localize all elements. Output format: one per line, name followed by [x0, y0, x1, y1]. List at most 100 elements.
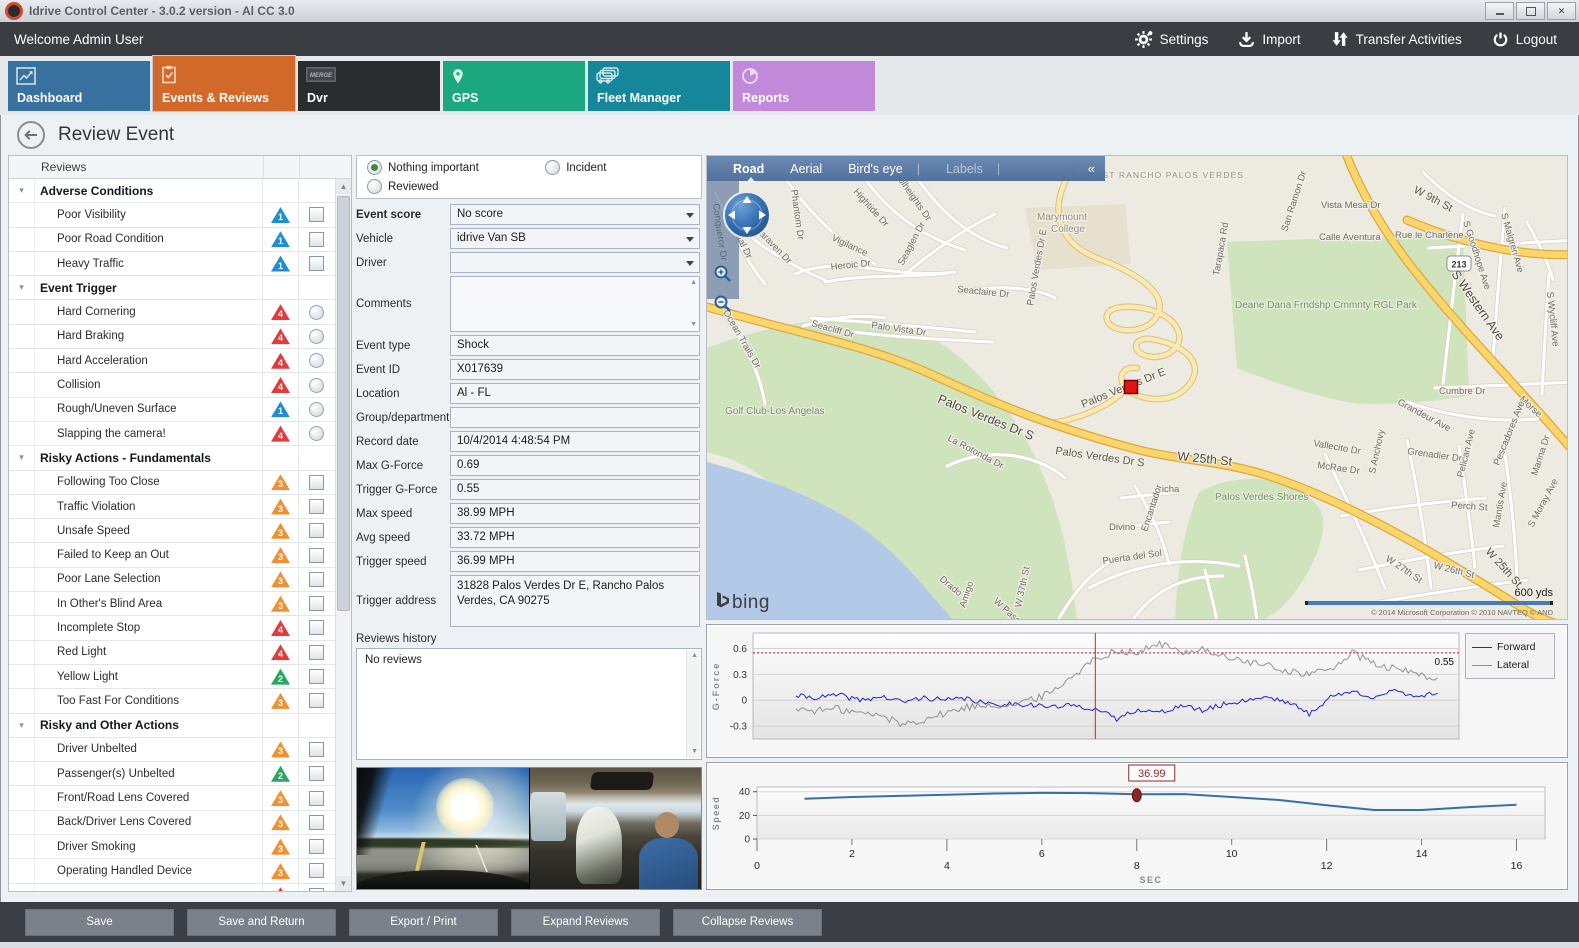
tab-dvr[interactable]: MERGEDvr	[298, 61, 440, 111]
tree-item-row-passenger-s-unbelted[interactable]: Passenger(s) Unbelted2	[9, 762, 336, 786]
maximize-button[interactable]	[1516, 2, 1545, 20]
item-radio[interactable]	[309, 305, 324, 320]
tree-item-row-too-fast-for-conditions[interactable]: Too Fast For Conditions3	[9, 689, 336, 713]
item-checkbox[interactable]	[309, 645, 324, 660]
item-checkbox[interactable]	[309, 232, 324, 247]
tab-reports[interactable]: Reports	[733, 61, 875, 111]
topbar-logout-button[interactable]: Logout	[1492, 31, 1557, 48]
scroll-down-icon[interactable]: ▼	[336, 876, 351, 891]
tree-group-row[interactable]: ▾Risky Actions - Fundamentals	[9, 446, 336, 470]
bing-map[interactable]: EAST RANCHO PALOS VERDESMarymountCollege…	[706, 155, 1568, 620]
item-radio[interactable]	[309, 402, 324, 417]
tree-item-row-yellow-light[interactable]: Yellow Light2	[9, 665, 336, 689]
item-checkbox[interactable]	[309, 791, 324, 806]
tree-scrollbar[interactable]: ▲ ▼	[335, 179, 351, 891]
scroll-up-icon[interactable]: ▲	[336, 179, 351, 194]
expand-collapse-icon[interactable]: ▾	[9, 179, 35, 202]
expand-collapse-icon[interactable]: ▾	[9, 276, 35, 299]
event-id-field[interactable]: X017639	[450, 359, 700, 380]
record-date-field[interactable]: 10/4/2014 4:48:54 PM	[450, 431, 700, 452]
export-print-button[interactable]: Export / Print	[349, 909, 498, 936]
map-pan-compass[interactable]	[721, 189, 773, 246]
expand-collapse-icon[interactable]: ▾	[9, 714, 35, 737]
tab-dashboard[interactable]: Dashboard	[8, 61, 150, 111]
item-checkbox[interactable]	[309, 523, 324, 538]
max-g-force-field[interactable]: 0.69	[450, 455, 700, 476]
status-radio-nothing-important[interactable]: Nothing important	[367, 160, 545, 175]
item-checkbox[interactable]	[309, 742, 324, 757]
tree-item-row-poor-road-condition[interactable]: Poor Road Condition1	[9, 228, 336, 252]
tab-events-reviews[interactable]: Events & Reviews	[153, 56, 295, 111]
item-checkbox[interactable]	[309, 693, 324, 708]
collapse-toolbar-button[interactable]: «	[1088, 161, 1095, 176]
tree-item-row-back-driver-lens-covered[interactable]: Back/Driver Lens Covered3	[9, 811, 336, 835]
event-location-marker[interactable]	[1125, 381, 1138, 394]
map-zoom-out-button[interactable]	[713, 294, 733, 314]
map-zoom-in-button[interactable]	[713, 264, 733, 284]
tree-item-row-unsafe-speed[interactable]: Unsafe Speed3	[9, 519, 336, 543]
tree-group-row[interactable]: ▾Risky and Other Actions	[9, 714, 336, 738]
item-radio[interactable]	[309, 353, 324, 368]
max-speed-field[interactable]: 38.99 MPH	[450, 503, 700, 524]
map-view-tab-bird-s-eye[interactable]: Bird's eye	[848, 162, 903, 176]
item-checkbox[interactable]	[309, 596, 324, 611]
tree-item-row-poor-visibility[interactable]: Poor Visibility1	[9, 203, 336, 227]
reviews-history-box[interactable]: No reviews ▲▼	[356, 648, 702, 760]
tab-fleet-manager[interactable]: Fleet Manager	[588, 61, 730, 111]
video-cabin-camera[interactable]	[530, 768, 702, 889]
trigger-speed-field[interactable]: 36.99 MPH	[450, 551, 700, 572]
item-checkbox[interactable]	[309, 620, 324, 635]
item-checkbox[interactable]	[309, 815, 324, 830]
driver-select[interactable]	[450, 252, 700, 273]
tree-item-row-rough-uneven-surface[interactable]: Rough/Uneven Surface1	[9, 398, 336, 422]
scroll-up-icon[interactable]: ▲	[690, 279, 697, 287]
topbar-import-button[interactable]: Import	[1238, 31, 1300, 48]
status-radio-incident[interactable]: Incident	[545, 160, 691, 175]
vehicle-select[interactable]: idrive Van SB	[450, 228, 700, 249]
tree-item-row-operating-handled-device[interactable]: Operating Handled Device3	[9, 859, 336, 883]
comments-textarea[interactable]: ▲▼	[450, 276, 700, 332]
tree-item-row-front-road-lens-covered[interactable]: Front/Road Lens Covered3	[9, 786, 336, 810]
item-checkbox[interactable]	[309, 863, 324, 878]
group-department-field[interactable]	[450, 407, 700, 428]
tree-item-row-hard-braking[interactable]: Hard Braking4	[9, 325, 336, 349]
item-checkbox[interactable]	[309, 839, 324, 854]
item-checkbox[interactable]	[309, 766, 324, 781]
tree-item-row-following-too-close[interactable]: Following Too Close3	[9, 471, 336, 495]
tree-item-row-failed-to-keep-an-out[interactable]: Failed to Keep an Out3	[9, 543, 336, 567]
tree-group-row[interactable]: ▾Event Trigger	[9, 276, 336, 300]
topbar-settings-button[interactable]: Settings	[1134, 30, 1209, 49]
close-button[interactable]: ✕	[1547, 2, 1576, 20]
trigger-g-force-field[interactable]: 0.55	[450, 479, 700, 500]
expand-collapse-icon[interactable]: ▾	[9, 446, 35, 469]
tree-item-row-heavy-traffic[interactable]: Heavy Traffic1	[9, 252, 336, 276]
item-radio[interactable]	[309, 378, 324, 393]
video-forward-camera[interactable]	[357, 768, 529, 889]
collapse-reviews-button[interactable]: Collapse Reviews	[673, 909, 822, 936]
item-radio[interactable]	[309, 426, 324, 441]
location-field[interactable]: Al - FL	[450, 383, 700, 404]
scroll-up-icon[interactable]: ▲	[691, 652, 698, 660]
scrollbar-thumb[interactable]	[337, 196, 350, 611]
item-checkbox[interactable]	[309, 548, 324, 563]
expand-reviews-button[interactable]: Expand Reviews	[511, 909, 660, 936]
tree-item-row-item[interactable]: 4	[9, 884, 336, 891]
item-checkbox[interactable]	[309, 207, 324, 222]
tree-item-row-red-light[interactable]: Red Light4	[9, 641, 336, 665]
tree-item-row-driver-smoking[interactable]: Driver Smoking3	[9, 835, 336, 859]
scroll-down-icon[interactable]: ▼	[690, 321, 697, 329]
topbar-transfer-button[interactable]: Transfer Activities	[1331, 31, 1462, 47]
event-type-field[interactable]: Shock	[450, 335, 700, 356]
trigger-address-field[interactable]: 31828 Palos Verdes Dr E, Rancho Palos Ve…	[450, 575, 700, 627]
tree-item-row-driver-unbelted[interactable]: Driver Unbelted3	[9, 738, 336, 762]
minimize-button[interactable]	[1485, 2, 1514, 20]
tree-item-row-poor-lane-selection[interactable]: Poor Lane Selection3	[9, 568, 336, 592]
event-score-select[interactable]: No score	[450, 204, 700, 225]
map-view-tab-aerial[interactable]: Aerial	[790, 162, 822, 176]
save-and-return-button[interactable]: Save and Return	[187, 909, 336, 936]
tree-group-row[interactable]: ▾Adverse Conditions	[9, 179, 336, 203]
tree-item-row-in-other-s-blind-area[interactable]: In Other's Blind Area3	[9, 592, 336, 616]
map-view-tab-labels[interactable]: Labels	[946, 162, 983, 176]
item-checkbox[interactable]	[309, 572, 324, 587]
item-checkbox[interactable]	[309, 669, 324, 684]
